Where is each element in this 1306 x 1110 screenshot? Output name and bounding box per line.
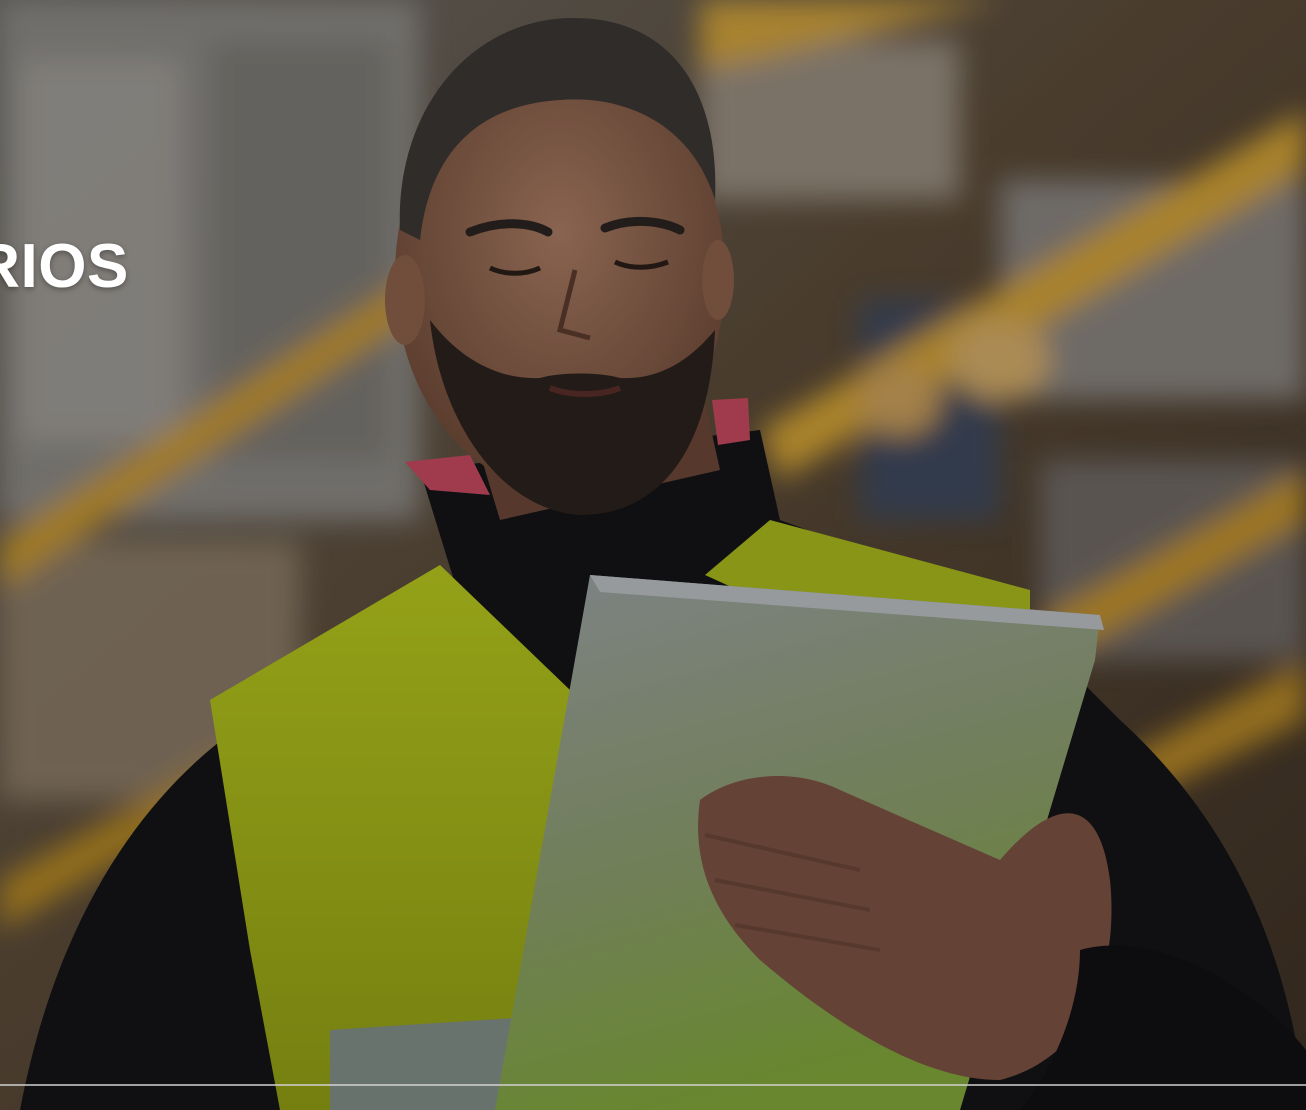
- hero-title: ARIOS: [0, 232, 129, 301]
- bottom-divider: [0, 1084, 1306, 1086]
- hero-dark-overlay: [0, 0, 1306, 1110]
- hero-banner: ARIOS: [0, 0, 1306, 1110]
